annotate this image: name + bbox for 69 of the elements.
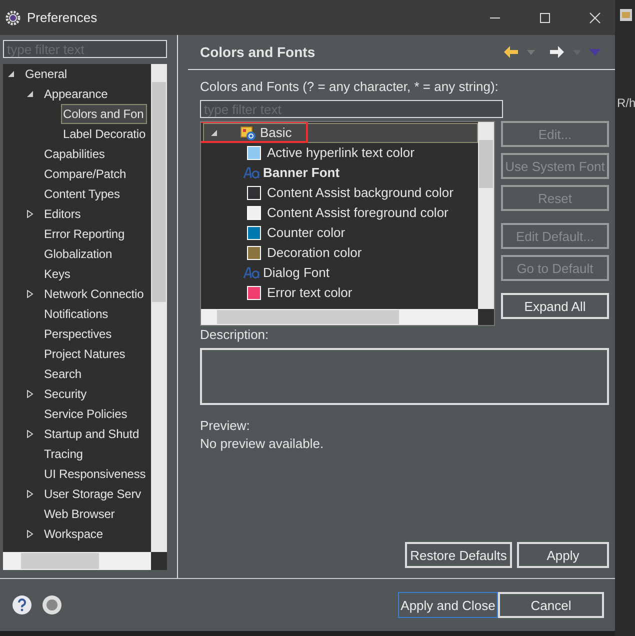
- tree-item[interactable]: Error text color: [267, 284, 352, 302]
- description-label: Description:: [200, 326, 270, 344]
- tree-item[interactable]: Search: [42, 364, 84, 384]
- maximize-icon[interactable]: [539, 12, 551, 24]
- window-title: Preferences: [27, 10, 98, 25]
- tree-item[interactable]: Basic: [260, 124, 292, 142]
- tree-item[interactable]: Security: [42, 384, 89, 404]
- tree-item[interactable]: Network Connectio: [42, 284, 146, 304]
- scrollbar[interactable]: [201, 309, 478, 325]
- tree-item[interactable]: General: [23, 64, 69, 84]
- tree-item[interactable]: Banner Font: [263, 164, 340, 182]
- tree-item[interactable]: Counter color: [267, 224, 346, 242]
- expand-icon[interactable]: [26, 530, 34, 538]
- tree-item[interactable]: Compare/Patch: [42, 164, 128, 184]
- help-icon[interactable]: [12, 595, 32, 615]
- tree-item[interactable]: UI Responsiveness: [42, 464, 148, 484]
- close-icon[interactable]: [589, 12, 601, 24]
- back-arrow-icon[interactable]: [503, 45, 519, 59]
- tree-item[interactable]: Web Browser: [42, 504, 117, 524]
- tree-item[interactable]: Startup and Shutd: [42, 424, 142, 444]
- font-icon: [243, 167, 261, 179]
- expand-icon[interactable]: [26, 210, 34, 218]
- record-icon[interactable]: [42, 595, 62, 615]
- tree-item[interactable]: Content Types: [42, 184, 122, 204]
- collapse-icon[interactable]: [7, 70, 15, 78]
- expand-icon[interactable]: [26, 490, 34, 498]
- scrollbar[interactable]: [151, 64, 167, 552]
- gear-icon: [5, 10, 21, 26]
- button[interactable]: Apply: [517, 542, 609, 568]
- tree-item[interactable]: Content Assist background color: [267, 184, 454, 202]
- tree-item[interactable]: Error Reporting: [42, 224, 127, 244]
- collapse-icon[interactable]: [210, 129, 218, 137]
- tree-item[interactable]: Tracing: [42, 444, 85, 464]
- tree-item[interactable]: Dialog Font: [263, 264, 330, 282]
- expand-icon[interactable]: [26, 390, 34, 398]
- preview-text: No preview available.: [200, 435, 325, 453]
- font-icon: [243, 267, 261, 279]
- tree-item[interactable]: Service Policies: [42, 404, 130, 424]
- tree-item[interactable]: Label Decoratio: [61, 124, 148, 144]
- button[interactable]: Apply and Close: [398, 592, 498, 618]
- tree-item[interactable]: Perspectives: [42, 324, 114, 344]
- tree-item[interactable]: Appearance: [42, 84, 110, 104]
- page-title: Colors and Fonts: [200, 44, 316, 60]
- tree-item[interactable]: Decoration color: [267, 244, 362, 262]
- scrollbar[interactable]: [478, 122, 494, 309]
- button[interactable]: Cancel: [498, 592, 604, 618]
- window-icon: [619, 8, 633, 22]
- tree-item[interactable]: User Storage Serv: [42, 484, 144, 504]
- preview-label: Preview:: [200, 417, 251, 435]
- tree-item[interactable]: Project Natures: [42, 344, 128, 364]
- tree-item[interactable]: Globalization: [42, 244, 114, 264]
- category-icon: [240, 125, 256, 141]
- tree-item[interactable]: Workspace: [42, 524, 105, 544]
- forward-arrow-icon[interactable]: [549, 45, 565, 59]
- tree-item[interactable]: Keys: [42, 264, 72, 284]
- filter-label: Colors and Fonts (? = any character, * = any string):: [200, 78, 500, 96]
- collapse-icon[interactable]: [26, 90, 34, 98]
- scrollbar[interactable]: [3, 552, 151, 570]
- tree-item[interactable]: Active hyperlink text color: [267, 144, 414, 162]
- button[interactable]: Expand All: [501, 293, 609, 319]
- button[interactable]: Restore Defaults: [405, 542, 512, 568]
- tree-item[interactable]: Colors and Fon: [61, 104, 147, 124]
- tree-item[interactable]: Capabilities: [42, 144, 107, 164]
- expand-icon[interactable]: [26, 290, 34, 298]
- tree-item[interactable]: Editors: [42, 204, 83, 224]
- expand-icon[interactable]: [26, 430, 34, 438]
- editor-text: R/h: [617, 96, 635, 110]
- tree-item[interactable]: Notifications: [42, 304, 110, 324]
- tree-item[interactable]: Content Assist foreground color: [267, 204, 448, 222]
